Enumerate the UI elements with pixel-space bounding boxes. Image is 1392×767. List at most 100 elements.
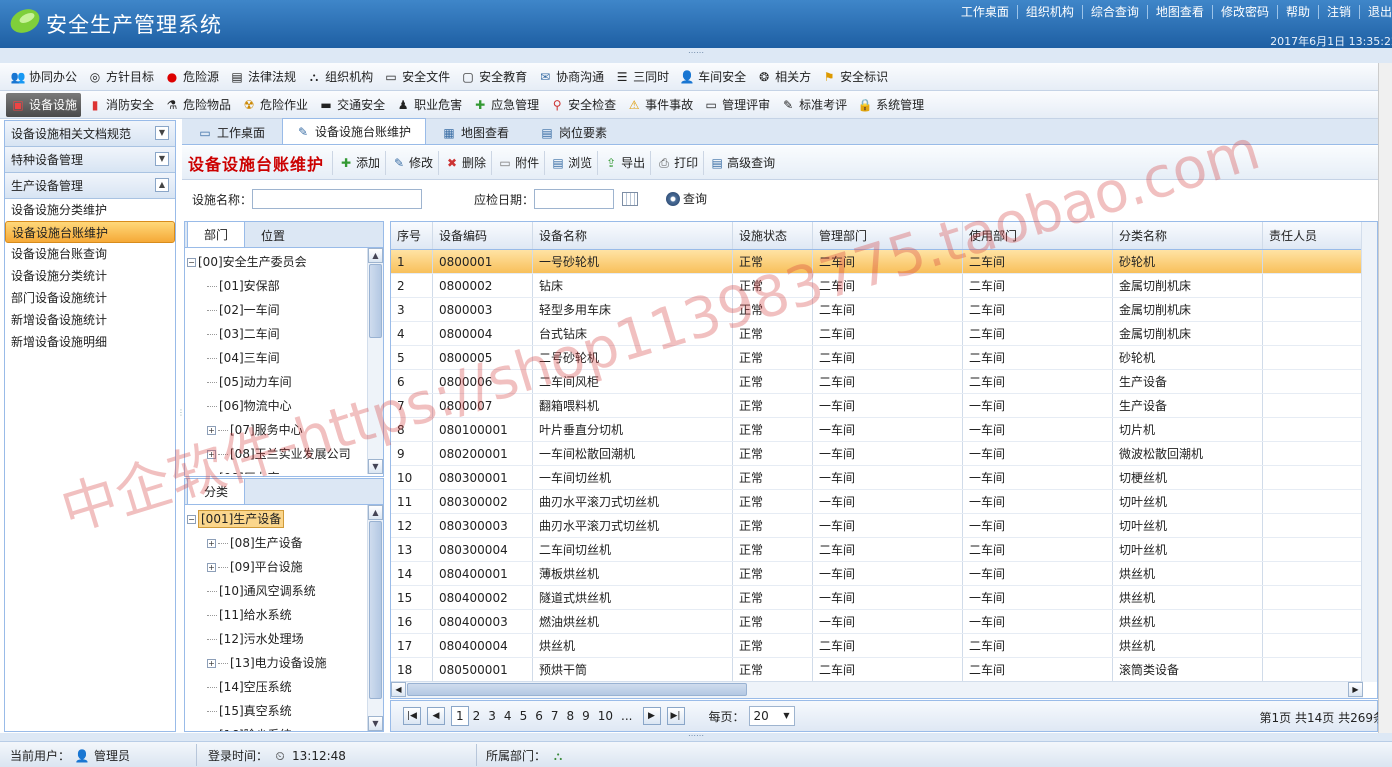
- sidebar-item[interactable]: 新增设备设施统计: [5, 309, 175, 331]
- scroll-thumb[interactable]: [369, 264, 382, 338]
- sidebar-item[interactable]: 设备设施台账维护: [5, 221, 175, 243]
- menu-item[interactable]: ❂ 相关方: [752, 65, 815, 89]
- tab-3[interactable]: ▦ 地图查看: [428, 120, 524, 144]
- menu-item[interactable]: ▢ 安全教育: [456, 65, 531, 89]
- grid-vertical-scrollbar[interactable]: [1361, 222, 1377, 682]
- sidebar-item[interactable]: 设备设施分类维护: [5, 199, 175, 221]
- column-header[interactable]: 序号: [391, 222, 433, 249]
- tab-4[interactable]: ▤ 岗位要素: [526, 120, 622, 144]
- tree-node[interactable]: [04]三车间: [187, 346, 351, 370]
- table-row[interactable]: 15 080400002 隧道式烘丝机 正常 一车间 一车间 烘丝机: [391, 586, 1363, 610]
- window-scrollbar[interactable]: [1378, 63, 1392, 733]
- scroll-up-icon[interactable]: ▲: [368, 505, 383, 520]
- toolbar-button[interactable]: ⇪ 导出: [597, 150, 650, 175]
- toolbar-button[interactable]: ✚ 添加: [332, 150, 385, 175]
- menu-item[interactable]: ▬ 交通安全: [314, 93, 389, 117]
- scroll-thumb[interactable]: [407, 683, 747, 696]
- table-row[interactable]: 8 080100001 叶片垂直分切机 正常 一车间 一车间 切片机: [391, 418, 1363, 442]
- table-row[interactable]: 2 0800002 钻床 正常 二车间 二车间 金属切削机床: [391, 274, 1363, 298]
- page-number[interactable]: 3: [484, 709, 500, 723]
- sidebar-item[interactable]: 新增设备设施明细: [5, 331, 175, 353]
- menu-item[interactable]: ⛬ 组织机构: [302, 65, 377, 89]
- tree-node[interactable]: − [00]安全生产委员会: [187, 250, 351, 274]
- tree-node[interactable]: − [001]生产设备: [187, 507, 327, 531]
- scroll-right-icon[interactable]: ▶: [1348, 682, 1363, 697]
- footer-collapse-handle[interactable]: ⋯⋯: [0, 732, 1392, 741]
- subtab[interactable]: 部门: [187, 221, 246, 247]
- column-header[interactable]: 设备名称: [533, 222, 733, 249]
- accordion-special[interactable]: 特种设备管理 ▼: [5, 147, 175, 173]
- table-row[interactable]: 12 080300003 曲刃水平滚刀式切丝机 正常 一车间 一车间 切叶丝机: [391, 514, 1363, 538]
- page-number[interactable]: 5: [516, 709, 532, 723]
- menu-item[interactable]: ♟ 职业危害: [391, 93, 466, 117]
- tab-1[interactable]: ▭ 工作桌面: [184, 120, 280, 144]
- top-link[interactable]: 组织机构: [1016, 5, 1082, 19]
- expand-icon[interactable]: +: [207, 450, 216, 459]
- scroll-up-icon[interactable]: ▲: [368, 248, 383, 263]
- chevron-up-icon[interactable]: ▲: [155, 178, 169, 192]
- tree-node[interactable]: [12]污水处理场: [187, 627, 327, 651]
- column-header[interactable]: 设备编码: [433, 222, 533, 249]
- sidebar-item[interactable]: 部门设备设施统计: [5, 287, 175, 309]
- page-number[interactable]: 2: [469, 709, 485, 723]
- menu-item[interactable]: ✉ 协商沟通: [533, 65, 608, 89]
- sidebar-item[interactable]: 设备设施台账查询: [5, 243, 175, 265]
- expand-icon[interactable]: +: [207, 539, 216, 548]
- menu-item[interactable]: ⚑ 安全标识: [817, 65, 892, 89]
- date-input[interactable]: [534, 189, 614, 209]
- toolbar-button[interactable]: ✎ 修改: [385, 150, 438, 175]
- column-header[interactable]: 责任人员: [1263, 222, 1363, 249]
- sidebar-item[interactable]: 设备设施分类统计: [5, 265, 175, 287]
- calendar-icon[interactable]: [622, 192, 638, 206]
- grid-horizontal-scrollbar[interactable]: ◀ ▶: [391, 681, 1363, 698]
- tree-node[interactable]: [09]厂办室: [187, 466, 351, 474]
- tree-node[interactable]: [02]一车间: [187, 298, 351, 322]
- menu-item[interactable]: 👥 协同办公: [6, 65, 81, 89]
- chevron-down-icon[interactable]: ▼: [155, 152, 169, 166]
- top-link[interactable]: 帮助: [1276, 5, 1318, 19]
- top-link[interactable]: 地图查看: [1146, 5, 1212, 19]
- tree-node[interactable]: + [07]服务中心: [187, 418, 351, 442]
- top-link[interactable]: 综合查询: [1081, 5, 1147, 19]
- expand-icon[interactable]: +: [207, 426, 216, 435]
- table-row[interactable]: 10 080300001 一车间切丝机 正常 一车间 一车间 切梗丝机: [391, 466, 1363, 490]
- tree-node[interactable]: [06]物流中心: [187, 394, 351, 418]
- expand-icon[interactable]: +: [207, 563, 216, 572]
- menu-item[interactable]: ▭ 管理评审: [699, 93, 774, 117]
- tree-scrollbar[interactable]: ▲ ▼: [367, 505, 383, 731]
- column-header[interactable]: 使用部门: [963, 222, 1113, 249]
- tree-node[interactable]: [14]空压系统: [187, 675, 327, 699]
- tree-node[interactable]: [16]除尘系统: [187, 723, 327, 731]
- menu-item[interactable]: ☢ 危险作业: [237, 93, 312, 117]
- menu-item[interactable]: ◎ 方针目标: [83, 65, 158, 89]
- menu-item[interactable]: ▤ 法律法规: [225, 65, 300, 89]
- last-page-button[interactable]: ▶|: [666, 707, 685, 725]
- subtab[interactable]: 位置: [245, 223, 301, 247]
- toolbar-button[interactable]: ▤ 高级查询: [703, 150, 780, 175]
- tree-node[interactable]: [01]安保部: [187, 274, 351, 298]
- tree-node[interactable]: [15]真空系统: [187, 699, 327, 723]
- table-row[interactable]: 4 0800004 台式钻床 正常 二车间 二车间 金属切削机床: [391, 322, 1363, 346]
- scroll-left-icon[interactable]: ◀: [391, 682, 406, 697]
- page-number[interactable]: 7: [547, 709, 563, 723]
- column-header[interactable]: 设施状态: [733, 222, 813, 249]
- query-button[interactable]: 查询: [666, 190, 707, 207]
- table-row[interactable]: 13 080300004 二车间切丝机 正常 二车间 二车间 切叶丝机: [391, 538, 1363, 562]
- table-row[interactable]: 5 0800005 二号砂轮机 正常 二车间 二车间 砂轮机: [391, 346, 1363, 370]
- expand-icon[interactable]: +: [207, 659, 216, 668]
- top-link[interactable]: 退出: [1358, 5, 1392, 19]
- column-header[interactable]: 分类名称: [1113, 222, 1263, 249]
- scroll-thumb[interactable]: [369, 521, 382, 699]
- tab-2[interactable]: ✎ 设备设施台账维护: [282, 118, 427, 144]
- per-page-select[interactable]: 20 ▼: [748, 706, 795, 726]
- tree-node[interactable]: + [08]玉兰实业发展公司: [187, 442, 351, 466]
- toolbar-button[interactable]: ▤ 浏览: [544, 150, 597, 175]
- tree-scrollbar[interactable]: ▲ ▼: [367, 248, 383, 474]
- table-row[interactable]: 9 080200001 一车间松散回潮机 正常 一车间 一车间 微波松散回潮机: [391, 442, 1363, 466]
- menu-item[interactable]: ✚ 应急管理: [468, 93, 543, 117]
- menu-item[interactable]: 👤 车间安全: [675, 65, 750, 89]
- tree-node[interactable]: [11]给水系统: [187, 603, 327, 627]
- page-number[interactable]: 10: [594, 709, 617, 723]
- accordion-production[interactable]: 生产设备管理 ▲: [5, 173, 175, 199]
- tree-node[interactable]: [03]二车间: [187, 322, 351, 346]
